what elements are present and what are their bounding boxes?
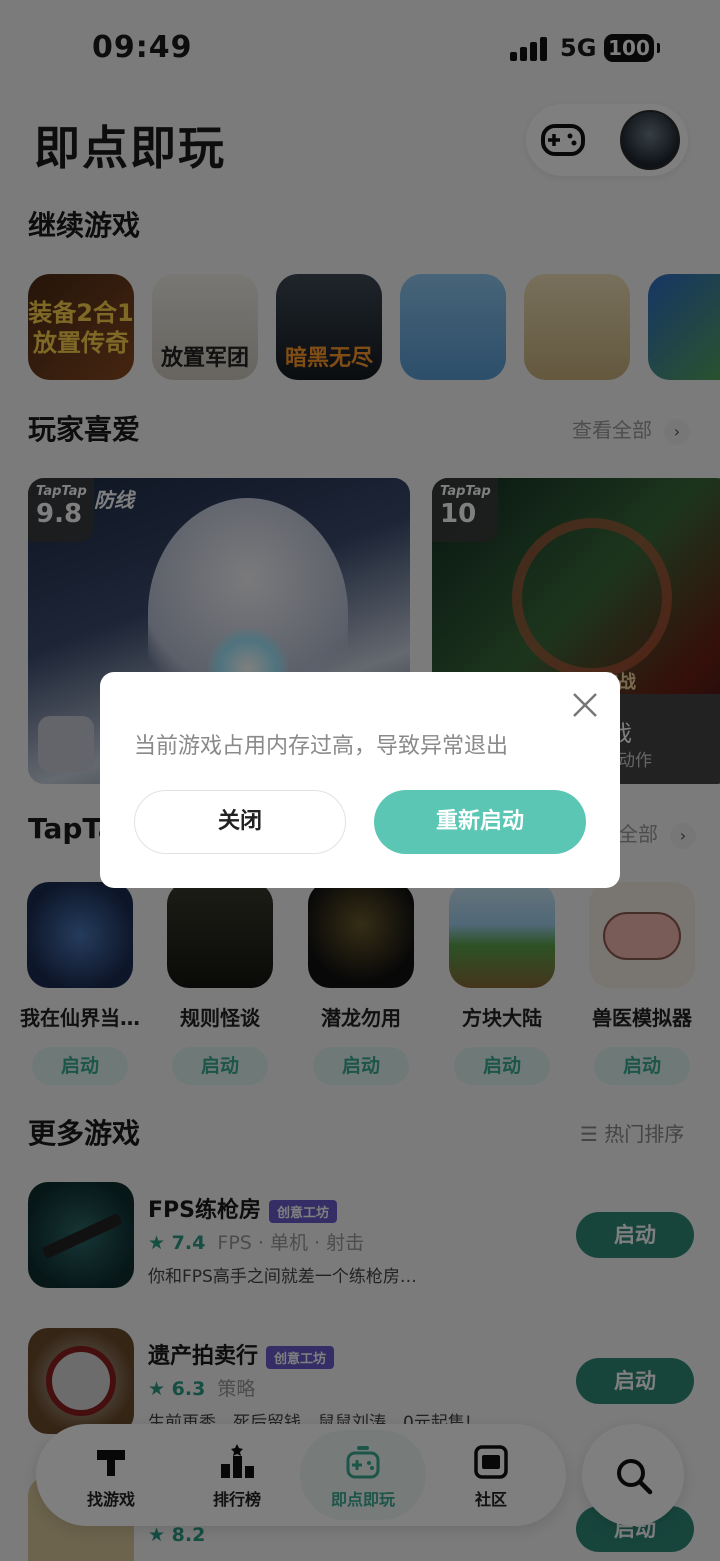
close-icon[interactable] (568, 688, 602, 722)
dialog-message: 当前游戏占用内存过高，导致异常退出 (134, 734, 509, 759)
close-button[interactable]: 关闭 (134, 790, 346, 854)
restart-button[interactable]: 重新启动 (374, 790, 586, 854)
error-dialog: 当前游戏占用内存过高，导致异常退出 关闭 重新启动 (100, 672, 620, 888)
